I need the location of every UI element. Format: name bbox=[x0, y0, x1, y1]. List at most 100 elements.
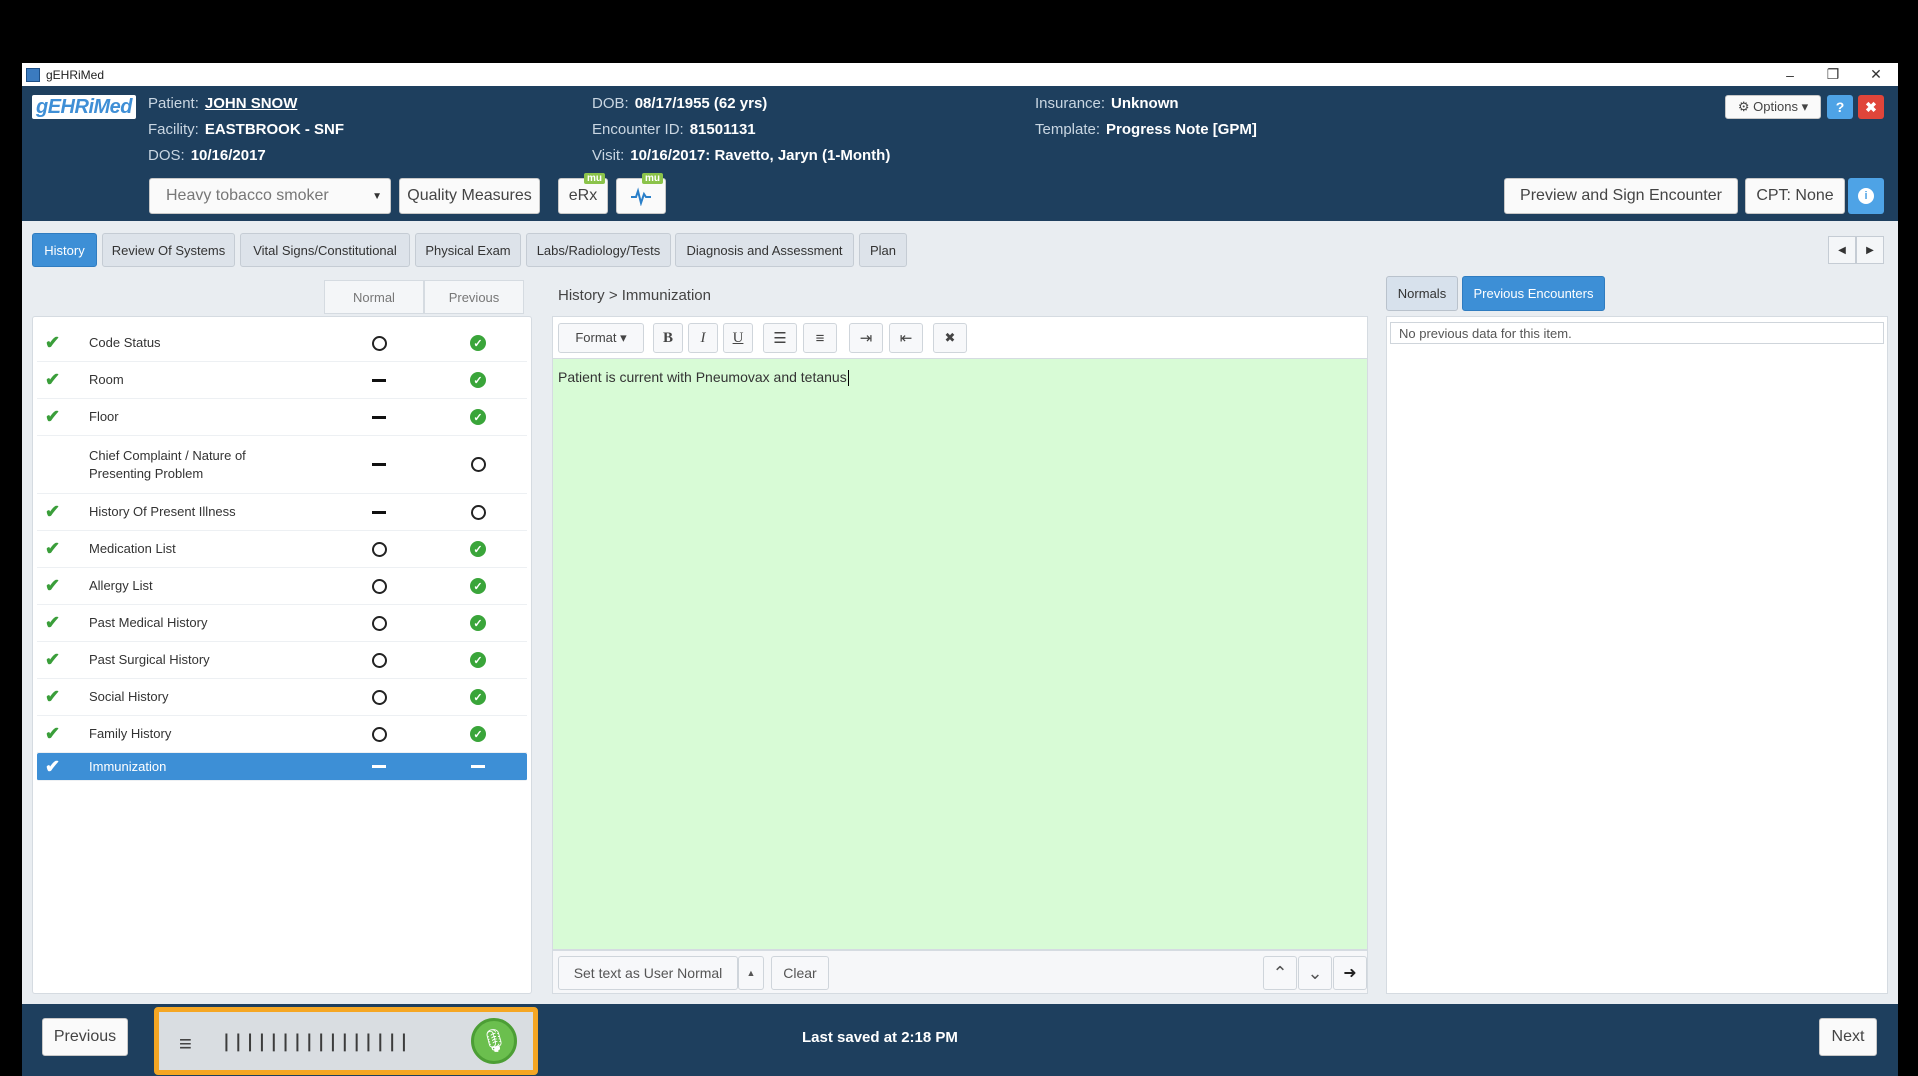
previous-column-header[interactable]: Previous bbox=[424, 280, 524, 314]
indent-icon[interactable]: ⇥ bbox=[849, 323, 883, 353]
note-editor[interactable]: Patient is current with Pneumovax and te… bbox=[552, 358, 1368, 950]
previous-status-toggle[interactable] bbox=[470, 457, 486, 473]
help-icon[interactable]: ? bbox=[1827, 95, 1853, 119]
hamburger-menu-icon[interactable]: ≡ bbox=[179, 1031, 192, 1057]
tab-previous-encounters[interactable]: Previous Encounters bbox=[1462, 276, 1605, 311]
previous-status-toggle[interactable]: ✓ bbox=[470, 615, 486, 631]
green-check-icon: ✓ bbox=[470, 541, 486, 557]
info-icon[interactable]: i bbox=[1848, 178, 1884, 214]
move-up-icon[interactable]: ⌃ bbox=[1263, 956, 1297, 990]
normal-status-toggle[interactable] bbox=[371, 541, 387, 557]
tab-history[interactable]: History bbox=[32, 233, 97, 267]
clear-format-icon[interactable]: ✖ bbox=[933, 323, 967, 353]
problem-select[interactable]: Heavy tobacco smoker ▼ bbox=[149, 178, 391, 214]
history-item-row[interactable]: ✔ Medication List ✓ bbox=[37, 531, 527, 568]
italic-button[interactable]: I bbox=[688, 323, 718, 353]
previous-status-toggle[interactable]: ✓ bbox=[470, 578, 486, 594]
normal-status-toggle[interactable] bbox=[371, 689, 387, 705]
history-item-row[interactable]: ✔ Past Surgical History ✓ bbox=[37, 642, 527, 679]
normal-status-toggle[interactable] bbox=[371, 335, 387, 351]
patient-name-link[interactable]: JOHN SNOW bbox=[205, 95, 298, 112]
user-normal-caret-icon[interactable]: ▲ bbox=[738, 956, 764, 990]
normal-status-toggle[interactable] bbox=[371, 652, 387, 668]
tab-plan[interactable]: Plan bbox=[859, 233, 907, 267]
previous-status-toggle[interactable]: ✓ bbox=[470, 726, 486, 742]
facility-label: Facility: bbox=[148, 121, 199, 138]
outdent-icon[interactable]: ⇤ bbox=[889, 323, 923, 353]
tab-review-of-systems[interactable]: Review Of Systems bbox=[102, 233, 235, 267]
restore-button[interactable]: ❐ bbox=[1812, 63, 1854, 86]
empty-circle-icon bbox=[371, 541, 387, 557]
erx-button[interactable]: eRx mu bbox=[558, 173, 608, 214]
history-item-row[interactable]: ✔ Allergy List ✓ bbox=[37, 568, 527, 605]
numbered-list-icon[interactable]: ≡ bbox=[803, 323, 837, 353]
voice-dictation-widget[interactable]: ≡ |||||||||||||||| 🎙 bbox=[154, 1007, 538, 1075]
previous-status-toggle[interactable]: ✓ bbox=[470, 372, 486, 388]
previous-status-toggle[interactable]: ✓ bbox=[470, 652, 486, 668]
empty-circle-icon bbox=[371, 689, 387, 705]
bold-button[interactable]: B bbox=[653, 323, 683, 353]
set-user-normal-button[interactable]: Set text as User Normal bbox=[558, 956, 738, 990]
history-item-row[interactable]: Chief Complaint / Nature of Presenting P… bbox=[37, 436, 527, 494]
normal-status-toggle[interactable] bbox=[371, 578, 387, 594]
history-item-label: Social History bbox=[89, 689, 169, 704]
format-dropdown[interactable]: Format ▾ bbox=[558, 323, 644, 353]
normal-status-toggle[interactable] bbox=[371, 409, 387, 425]
tab-physical-exam[interactable]: Physical Exam bbox=[415, 233, 521, 267]
minimize-button[interactable]: – bbox=[1769, 63, 1811, 86]
previous-status-toggle[interactable]: ✓ bbox=[470, 335, 486, 351]
dash-icon bbox=[372, 378, 386, 382]
history-item-row[interactable]: ✔ Social History ✓ bbox=[37, 679, 527, 716]
history-item-row[interactable]: ✔ Code Status ✓ bbox=[37, 325, 527, 362]
close-encounter-icon[interactable]: ✖ bbox=[1858, 95, 1884, 119]
tab-diagnosis-assessment[interactable]: Diagnosis and Assessment bbox=[675, 233, 854, 267]
next-tab-arrow-icon[interactable]: ▶ bbox=[1856, 236, 1884, 264]
completed-check-icon: ✔ bbox=[45, 406, 61, 427]
underline-button[interactable]: U bbox=[723, 323, 753, 353]
next-item-arrow-icon[interactable]: ➜ bbox=[1333, 956, 1367, 990]
history-item-label: Floor bbox=[89, 409, 119, 424]
cpt-button[interactable]: CPT: None bbox=[1745, 178, 1845, 214]
preview-sign-encounter-button[interactable]: Preview and Sign Encounter bbox=[1504, 178, 1738, 214]
history-item-row[interactable]: ✔ Room ✓ bbox=[37, 362, 527, 399]
history-item-row[interactable]: ✔ Immunization bbox=[37, 753, 527, 781]
normal-status-toggle[interactable] bbox=[371, 504, 387, 520]
move-down-icon[interactable]: ⌄ bbox=[1298, 956, 1332, 990]
health-monitor-button[interactable]: mu bbox=[616, 173, 666, 214]
empty-circle-icon bbox=[371, 726, 387, 742]
history-item-row[interactable]: ✔ History Of Present Illness bbox=[37, 494, 527, 531]
next-button[interactable]: Next bbox=[1819, 1018, 1877, 1056]
close-window-button[interactable]: ✕ bbox=[1855, 63, 1897, 86]
quality-measures-button[interactable]: Quality Measures bbox=[399, 178, 540, 214]
previous-status-toggle[interactable]: ✓ bbox=[470, 409, 486, 425]
dos-label: DOS: bbox=[148, 147, 185, 164]
normal-status-toggle[interactable] bbox=[371, 457, 387, 473]
normal-column-header[interactable]: Normal bbox=[324, 280, 424, 314]
previous-button[interactable]: Previous bbox=[42, 1018, 128, 1056]
dob-value: 08/17/1955 (62 yrs) bbox=[634, 95, 768, 112]
normal-status-toggle[interactable] bbox=[371, 759, 387, 775]
history-item-row[interactable]: ✔ Past Medical History ✓ bbox=[37, 605, 527, 642]
previous-status-toggle[interactable] bbox=[470, 759, 486, 775]
tab-vital-signs[interactable]: Vital Signs/Constitutional bbox=[240, 233, 410, 267]
prev-tab-arrow-icon[interactable]: ◀ bbox=[1828, 236, 1856, 264]
dash-icon bbox=[372, 765, 386, 768]
history-item-label: Chief Complaint / Nature of Presenting P… bbox=[89, 447, 246, 481]
tab-normals[interactable]: Normals bbox=[1386, 276, 1458, 311]
previous-status-toggle[interactable]: ✓ bbox=[470, 541, 486, 557]
normal-status-toggle[interactable] bbox=[371, 372, 387, 388]
empty-circle-icon bbox=[371, 335, 387, 351]
history-item-row[interactable]: ✔ Floor ✓ bbox=[37, 399, 527, 436]
normal-status-toggle[interactable] bbox=[371, 615, 387, 631]
bullet-list-icon[interactable]: ☰ bbox=[763, 323, 797, 353]
options-button[interactable]: ⚙ Options ▾ bbox=[1725, 95, 1821, 119]
microphone-icon[interactable]: 🎙 bbox=[471, 1018, 517, 1064]
previous-status-toggle[interactable] bbox=[470, 504, 486, 520]
history-item-label: Past Medical History bbox=[89, 615, 208, 630]
normal-status-toggle[interactable] bbox=[371, 726, 387, 742]
history-item-label: Past Surgical History bbox=[89, 652, 210, 667]
previous-status-toggle[interactable]: ✓ bbox=[470, 689, 486, 705]
history-item-row[interactable]: ✔ Family History ✓ bbox=[37, 716, 527, 753]
clear-button[interactable]: Clear bbox=[771, 956, 829, 990]
tab-labs-radiology[interactable]: Labs/Radiology/Tests bbox=[526, 233, 671, 267]
